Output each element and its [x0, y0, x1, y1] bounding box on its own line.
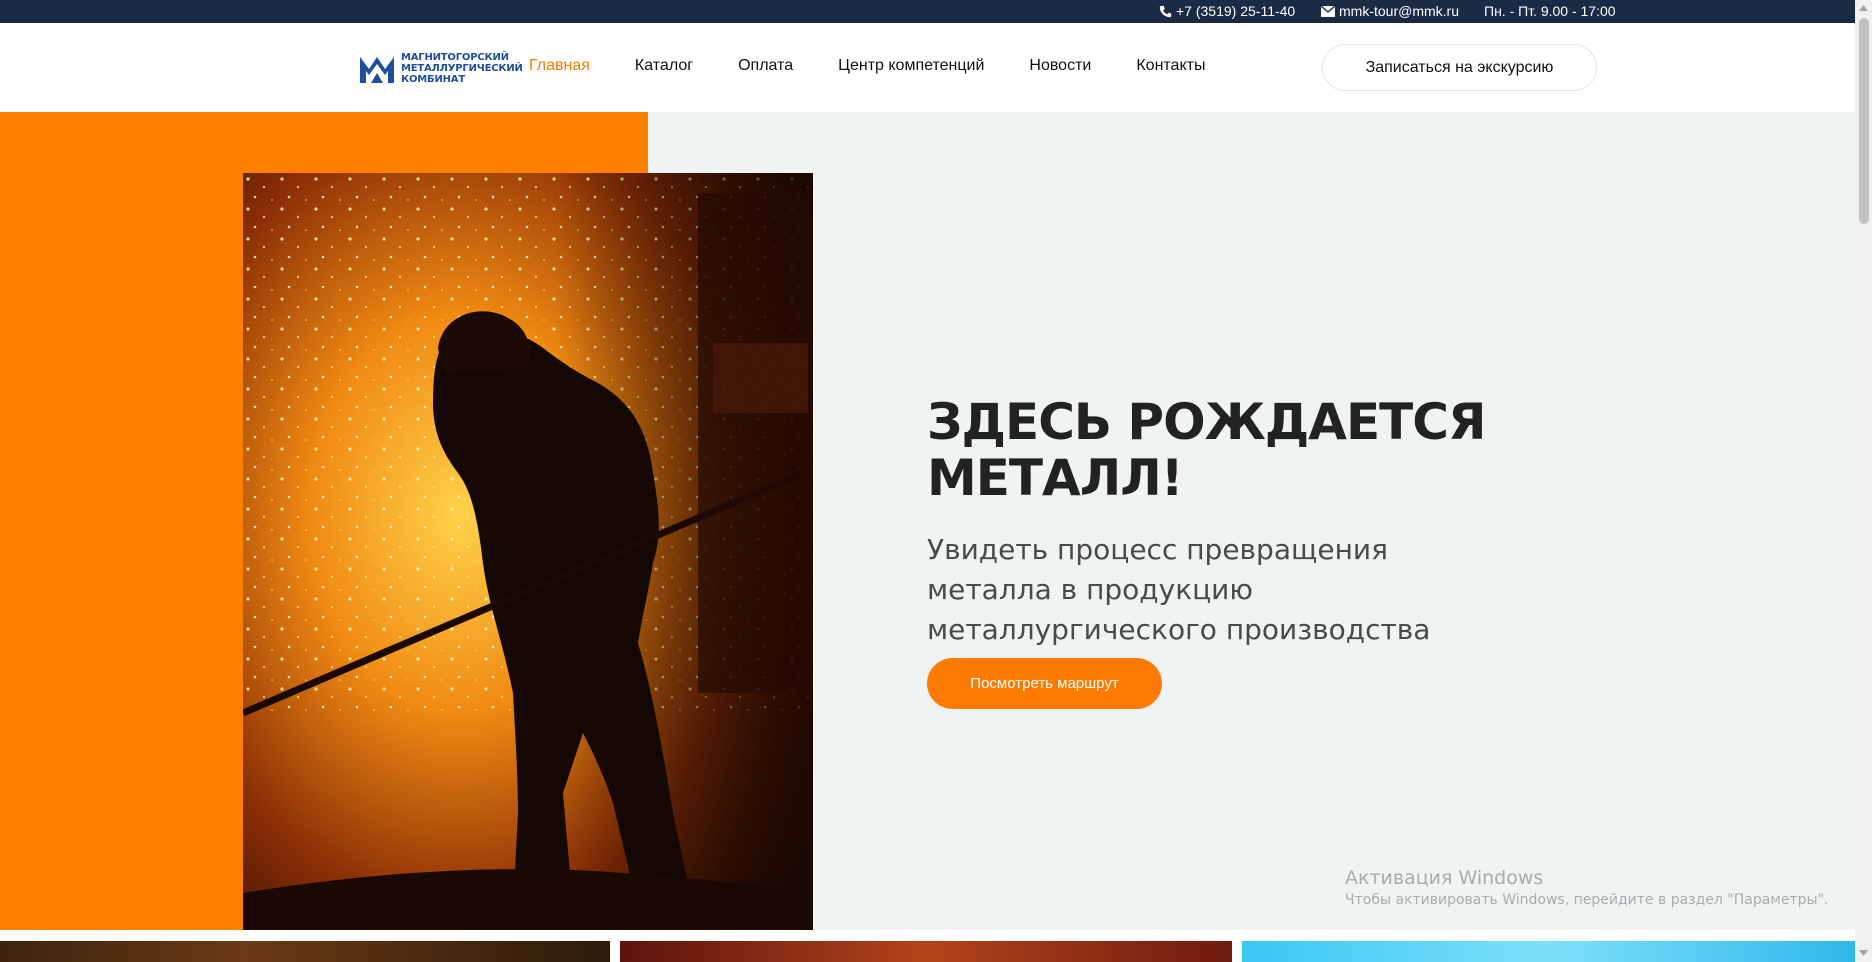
phone-number: +7 (3519) 25-11-40: [1176, 3, 1296, 19]
hero-title: ЗДЕСЬ РОЖДАЕТСЯ МЕТАЛЛ!: [927, 393, 1486, 507]
site-header: МАГНИТОГОРСКИЙ МЕТАЛЛУРГИЧЕСКИЙ КОМБИНАТ…: [0, 23, 1855, 112]
email-address: mmk-tour@mmk.ru: [1339, 3, 1459, 19]
phone-icon: [1159, 5, 1172, 18]
nav-competence-center[interactable]: Центр компетенций: [838, 57, 984, 75]
hero-section: ЗДЕСЬ РОЖДАЕТСЯ МЕТАЛЛ! Увидеть процесс …: [0, 112, 1855, 930]
mmk-logo[interactable]: МАГНИТОГОРСКИЙ МЕТАЛЛУРГИЧЕСКИЙ КОМБИНАТ: [359, 52, 523, 85]
scroll-down-arrow-icon[interactable]: [1859, 950, 1868, 956]
hero-steelworker-image: [243, 173, 813, 930]
hero-subtitle: Увидеть процесс превращения металла в пр…: [927, 533, 1431, 646]
phone-contact[interactable]: +7 (3519) 25-11-40: [1159, 3, 1295, 19]
nav-home[interactable]: Главная: [529, 57, 590, 75]
envelope-icon: [1321, 5, 1335, 17]
working-hours-text: Пн. - Пт. 9.00 - 17:00: [1484, 3, 1616, 19]
view-route-button[interactable]: Посмотреть маршрут: [927, 658, 1162, 709]
mmk-logo-mark-icon: [360, 56, 394, 83]
main-nav: Главная Каталог Оплата Центр компетенций…: [529, 57, 1205, 75]
scrollbar-thumb[interactable]: [1859, 18, 1869, 224]
email-contact[interactable]: mmk-tour@mmk.ru: [1321, 3, 1459, 19]
windows-activation-watermark: Активация Windows Чтобы активировать Win…: [1345, 867, 1829, 908]
nav-payment[interactable]: Оплата: [738, 57, 793, 75]
nav-news[interactable]: Новости: [1029, 57, 1091, 75]
logo-text: МАГНИТОГОРСКИЙ МЕТАЛЛУРГИЧЕСКИЙ КОМБИНАТ: [401, 52, 523, 85]
nav-contacts[interactable]: Контакты: [1136, 57, 1205, 75]
nav-catalog[interactable]: Каталог: [635, 57, 693, 75]
gallery-tile[interactable]: [620, 941, 1232, 962]
working-hours: Пн. - Пт. 9.00 - 17:00: [1484, 3, 1616, 19]
top-info-bar: +7 (3519) 25-11-40 mmk-tour@mmk.ru Пн. -…: [0, 0, 1855, 23]
book-excursion-button[interactable]: Записаться на экскурсию: [1322, 44, 1597, 91]
gallery-tile[interactable]: [0, 941, 610, 962]
scroll-up-arrow-icon[interactable]: [1859, 5, 1868, 11]
gallery-tile[interactable]: [1242, 941, 1855, 962]
